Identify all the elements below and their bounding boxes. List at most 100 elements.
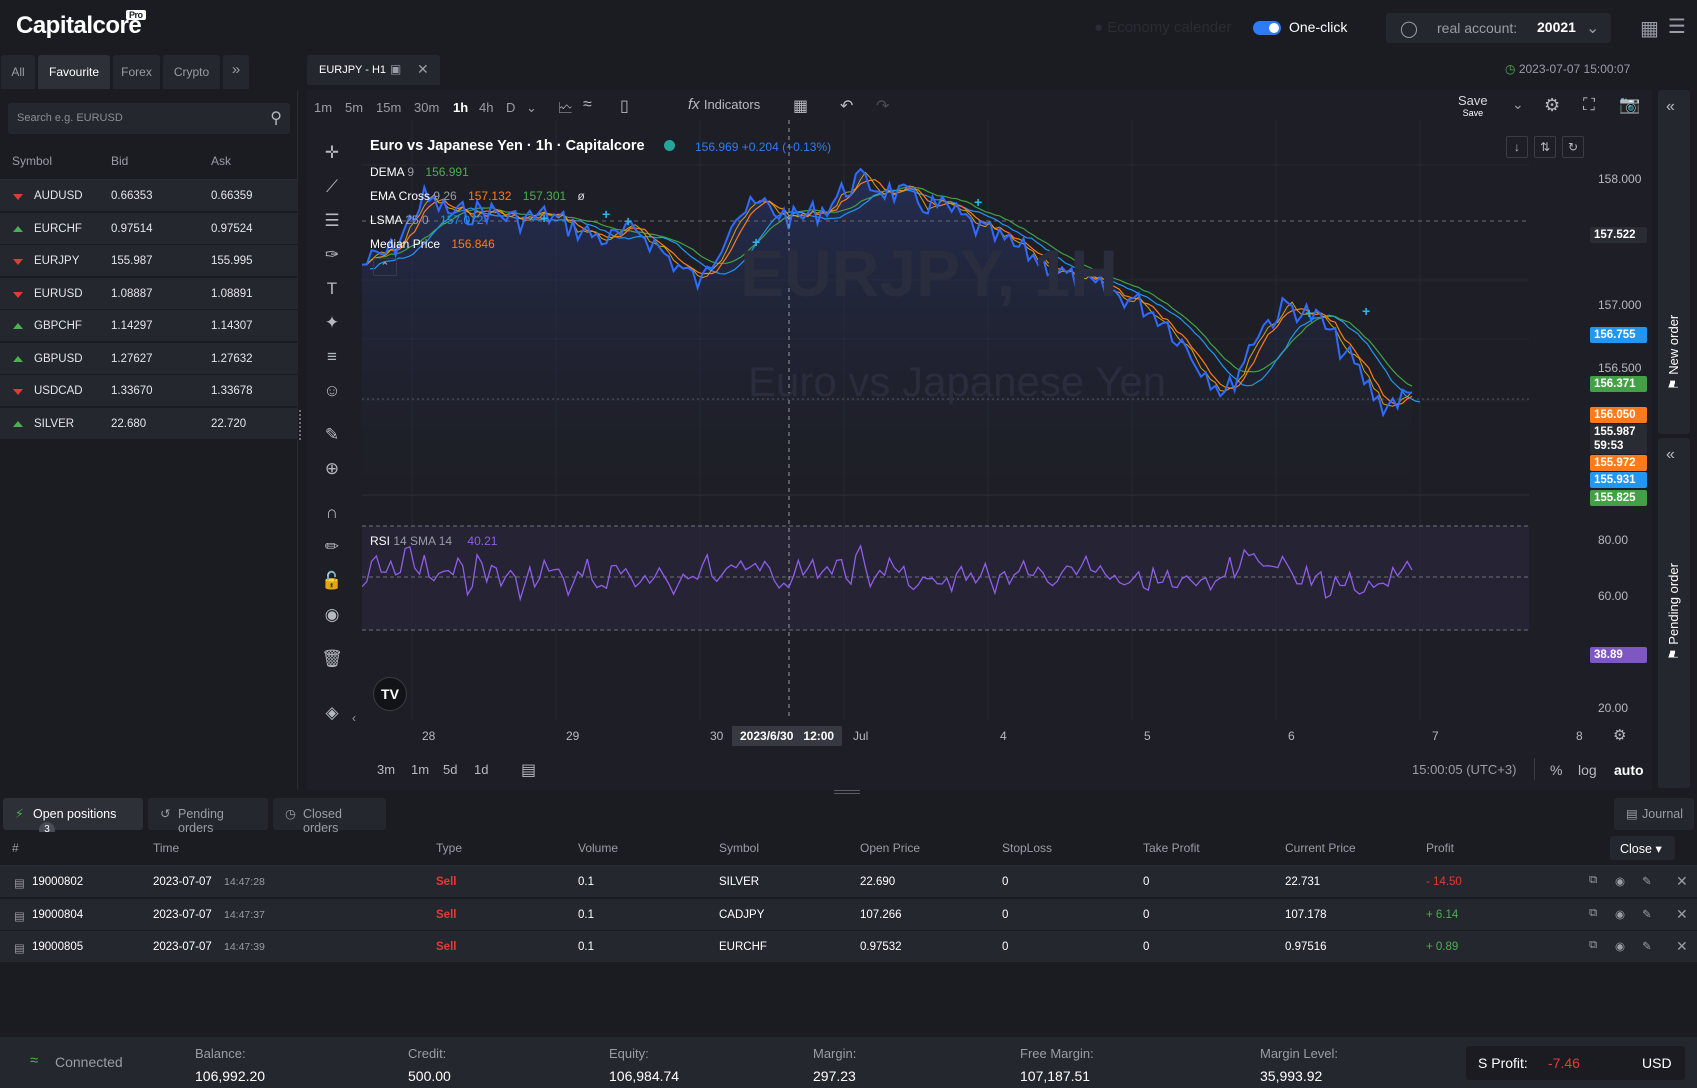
eye-icon[interactable]: ◉ [319, 605, 345, 627]
trendline-icon[interactable]: ⟋ [319, 177, 345, 199]
symbol-row[interactable]: AUDUSD 0.66353 0.66359 [0, 180, 298, 212]
grid-icon[interactable]: ▦ [1640, 16, 1659, 41]
scroll-down-icon[interactable]: ↓ [1506, 136, 1528, 158]
edit-icon[interactable]: ✎ [1642, 874, 1652, 888]
scroll-left-icon[interactable]: ‹ [352, 711, 356, 725]
symbol-row[interactable]: USDCAD 1.33670 1.33678 [0, 375, 298, 407]
timeframe-more-icon[interactable]: ⌄ [526, 100, 537, 116]
crosshair-icon[interactable]: ✛ [319, 143, 345, 165]
date-range-icon[interactable]: ▤ [521, 760, 536, 780]
economy-calendar-link[interactable]: ● Economy calender [1094, 19, 1231, 36]
close-tab-icon[interactable]: ✕ [417, 61, 429, 78]
symbol-row[interactable]: EURCHF 0.97514 0.97524 [0, 212, 298, 245]
new-order-button[interactable]: « ⚑ New order [1658, 90, 1690, 434]
timeframe-30m[interactable]: 30m [414, 100, 439, 115]
more-tabs-icon[interactable]: » [223, 55, 249, 89]
symbol-row[interactable]: EURJPY 155.987 155.995 [0, 245, 298, 277]
timeframe-5m[interactable]: 5m [345, 100, 363, 115]
screenshot-camera-icon[interactable]: 📷 [1619, 95, 1640, 115]
account-selector[interactable]: ◯ real account: 20021 ⌄ [1386, 13, 1611, 43]
emoji-icon[interactable]: ☺ [319, 381, 345, 403]
redo-icon[interactable]: ↷ [876, 96, 889, 116]
horizontal-lines-icon[interactable]: ☰ [319, 211, 345, 233]
zoom-in-icon[interactable]: ⊕ [319, 459, 345, 481]
tab-closed-orders[interactable]: ◷ Closed orders [273, 798, 386, 835]
logo[interactable]: Capitalcore Pro [16, 10, 146, 40]
line-chart-icon[interactable]: ≈ [583, 96, 592, 114]
timeframe-1h[interactable]: 1h [453, 100, 468, 115]
timeframe-4h[interactable]: 4h [479, 100, 493, 115]
collapse-icon[interactable]: ⇅ [1534, 136, 1556, 158]
tab-crypto[interactable]: Crypto [163, 55, 220, 89]
range-5d[interactable]: 5d [443, 762, 457, 777]
chart-tab[interactable]: EURJPY - H1 ▣ ✕ [307, 55, 440, 85]
camera-icon[interactable]: ◉ [1615, 939, 1625, 953]
close-position-icon[interactable]: ✕ [1676, 873, 1688, 890]
copy-icon[interactable]: ⧉ [1589, 907, 1597, 920]
tab-open-positions[interactable]: ⚡ Open positions 3 [3, 798, 143, 838]
timeframe-15m[interactable]: 15m [376, 100, 401, 115]
journal-button[interactable]: ▤ Journal [1614, 798, 1694, 830]
text-icon[interactable]: T [319, 279, 345, 301]
one-click-toggle[interactable] [1253, 21, 1281, 35]
edit-icon[interactable]: ✎ [1642, 939, 1652, 953]
ruler-icon[interactable]: ✎ [319, 425, 345, 447]
percent-scale-toggle[interactable]: % [1550, 762, 1562, 778]
copy-icon[interactable]: ⧉ [1589, 939, 1597, 952]
reset-icon[interactable]: ↻ [1562, 136, 1584, 158]
candles-icon[interactable]: ▯ [620, 96, 629, 116]
sidebar-resize-handle[interactable] [299, 410, 304, 440]
layout-icon[interactable]: ▦ [793, 96, 808, 116]
panel-resize-handle[interactable] [834, 790, 860, 794]
pattern-icon[interactable]: ✦ [319, 313, 345, 335]
tab-all[interactable]: All [1, 55, 35, 89]
camera-icon[interactable]: ◉ [1615, 907, 1625, 921]
save-button[interactable]: Save Save [1458, 94, 1488, 119]
fib-icon[interactable]: ≡ [319, 347, 345, 369]
pencil-lock-icon[interactable]: ✏ [319, 537, 345, 559]
tab-favourite[interactable]: Favourite [38, 55, 110, 89]
undo-icon[interactable]: ↶ [840, 96, 853, 116]
position-row[interactable]: ▤ 19000804 2023-07-07 14:47:37 Sell 0.1 … [0, 898, 1697, 931]
settings-gear-icon[interactable]: ⚙ [1544, 95, 1560, 116]
menu-icon[interactable]: ☰ [1668, 14, 1686, 39]
range-3m[interactable]: 3m [377, 762, 395, 777]
fullscreen-icon[interactable]: ⛶ [1583, 95, 1595, 115]
symbol-search-input[interactable]: Search e.g. EURUSD ⚲ [8, 103, 290, 134]
log-scale-toggle[interactable]: log [1578, 762, 1597, 778]
timeframe-D[interactable]: D [506, 100, 515, 115]
position-row[interactable]: ▤ 19000802 2023-07-07 14:47:28 Sell 0.1 … [0, 866, 1697, 898]
close-all-dropdown[interactable]: Close ▾ [1610, 836, 1675, 860]
range-1m[interactable]: 1m [411, 762, 429, 777]
price-chart[interactable]: + + ++++ + [362, 120, 1589, 720]
indicator-legend-item[interactable]: Median Price 156.846 [370, 237, 495, 251]
lock-icon[interactable]: 🔓 [319, 571, 345, 593]
indicators-button[interactable]: fx Indicators [688, 96, 760, 113]
auto-scale-toggle[interactable]: auto [1614, 762, 1644, 778]
indicator-legend-item[interactable]: EMA Cross 9 26 157.132 157.301 ø [370, 189, 585, 203]
layers-icon[interactable]: ◈ [319, 703, 345, 725]
range-1d[interactable]: 1d [474, 762, 488, 777]
tradingview-logo[interactable]: TV [373, 677, 407, 711]
camera-icon[interactable]: ◉ [1615, 874, 1625, 888]
collapse-legend-icon[interactable]: ⌃ [373, 258, 397, 276]
position-row[interactable]: ▤ 19000805 2023-07-07 14:47:39 Sell 0.1 … [0, 931, 1697, 963]
symbol-row[interactable]: GBPUSD 1.27627 1.27632 [0, 342, 298, 375]
indicator-legend-item[interactable]: LSMA 25 0 157.072 [370, 213, 483, 227]
tab-forex[interactable]: Forex [113, 55, 160, 89]
close-position-icon[interactable]: ✕ [1676, 938, 1688, 955]
copy-icon[interactable]: ⧉ [1589, 874, 1597, 887]
magnet-icon[interactable]: ∩ [319, 503, 345, 525]
close-position-icon[interactable]: ✕ [1676, 906, 1688, 923]
edit-icon[interactable]: ✎ [1642, 907, 1652, 921]
timeframe-1m[interactable]: 1m [314, 100, 332, 115]
window-icon[interactable]: ▣ [390, 62, 401, 76]
tab-pending-orders[interactable]: ↺ Pending orders [148, 798, 268, 835]
indicator-legend-item[interactable]: DEMA 9 156.991 [370, 165, 469, 179]
pending-order-button[interactable]: « ⚑ Pending order [1658, 438, 1690, 788]
symbol-row[interactable]: GBPCHF 1.14297 1.14307 [0, 310, 298, 342]
trash-icon[interactable]: 🗑 [319, 649, 345, 671]
axis-settings-icon[interactable]: ⚙ [1613, 726, 1626, 744]
brush-icon[interactable]: ✑ [319, 245, 345, 267]
symbol-row[interactable]: SILVER 22.680 22.720 [0, 407, 298, 440]
